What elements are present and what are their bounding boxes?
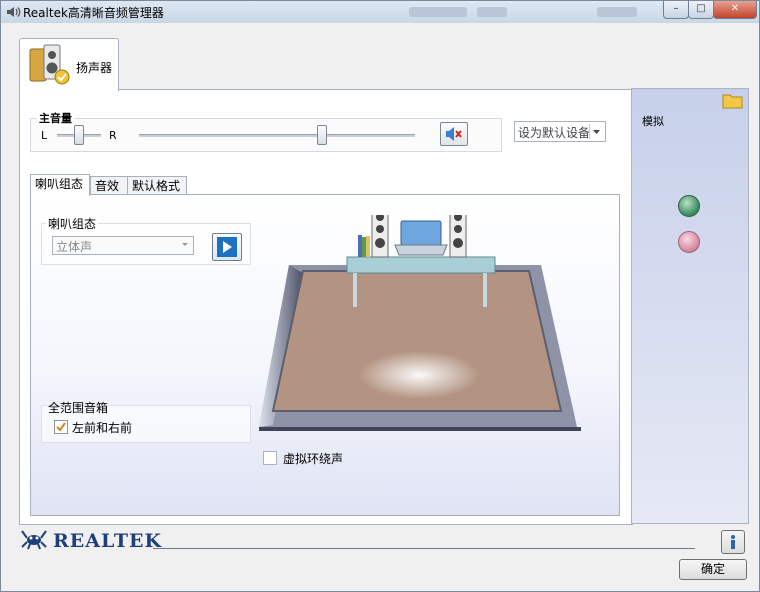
- analog-panel: 模拟: [631, 88, 749, 524]
- minimize-button[interactable]: –: [663, 1, 689, 19]
- master-volume-title: 主音量: [37, 110, 74, 126]
- dropdown-arrow-icon: [589, 124, 603, 139]
- footer-divider: [153, 548, 695, 549]
- speaker-device-icon: [29, 44, 70, 85]
- device-tab-label: 扬声器: [76, 61, 113, 75]
- device-tab-speakers[interactable]: 扬声器: [19, 38, 119, 91]
- speaker-config-panel: 喇叭组态 立体声 全范围音箱 左前和右前 虚拟环绕声: [30, 194, 620, 516]
- virtual-surround-label: 虚拟环绕声: [283, 452, 344, 466]
- full-range-checkbox[interactable]: [54, 420, 68, 434]
- default-device-select[interactable]: 设为默认设备: [514, 121, 606, 142]
- folder-icon[interactable]: [722, 91, 744, 109]
- analog-title: 模拟: [642, 115, 664, 128]
- balance-right-label: R: [109, 129, 117, 142]
- title-bar[interactable]: Realtek高清晰音频管理器 – □ ✕: [1, 1, 759, 23]
- realtek-crab-icon: [21, 530, 47, 550]
- device-panel: 主音量 L R 设为默认设备 喇叭组态 音效 默认格式 喇叭组态 立体声 全范围…: [19, 89, 633, 525]
- speaker-app-icon: [7, 7, 21, 17]
- info-button[interactable]: [721, 530, 745, 554]
- play-test-button[interactable]: [212, 233, 242, 261]
- pink-jack-icon[interactable]: [678, 231, 700, 253]
- balance-slider-thumb[interactable]: [74, 125, 84, 145]
- default-device-value: 设为默认设备: [518, 126, 591, 140]
- realtek-brand: REALTEK: [53, 530, 162, 552]
- chevron-down-icon: [180, 237, 190, 255]
- speaker-config-select[interactable]: 立体声: [52, 236, 194, 255]
- full-range-group: 全范围音箱 左前和右前: [41, 401, 251, 443]
- master-volume-group: 主音量 L R: [30, 110, 502, 152]
- tab-speaker-config[interactable]: 喇叭组态: [30, 174, 90, 196]
- virtual-surround-checkbox[interactable]: [263, 451, 277, 465]
- title-blur-2: [477, 7, 507, 17]
- main-window: Realtek高清晰音频管理器 – □ ✕ 扬声器 主音量 L R 设为默认设备…: [0, 0, 760, 592]
- title-blur-1: [409, 7, 467, 17]
- green-jack-icon[interactable]: [678, 195, 700, 217]
- master-slider-thumb[interactable]: [317, 125, 327, 145]
- master-slider-track: [139, 134, 415, 137]
- ok-button[interactable]: 确定: [679, 559, 747, 580]
- title-blur-3: [597, 7, 637, 17]
- speaker-config-value: 立体声: [56, 240, 93, 254]
- full-range-title: 全范围音箱: [48, 401, 109, 415]
- room-illustration: [259, 215, 581, 431]
- maximize-button[interactable]: □: [688, 1, 714, 19]
- close-button[interactable]: ✕: [713, 1, 757, 19]
- window-title: Realtek高清晰音频管理器: [23, 6, 164, 20]
- full-range-label: 左前和右前: [72, 421, 133, 435]
- info-icon: [731, 535, 735, 549]
- mute-button[interactable]: [440, 122, 468, 146]
- tab-sound-effects[interactable]: 音效: [90, 176, 128, 195]
- balance-left-label: L: [41, 129, 48, 142]
- play-icon: [217, 237, 237, 257]
- speaker-mute-icon: [446, 127, 462, 141]
- checkmark-icon: [56, 422, 66, 432]
- speaker-config-title: 喇叭组态: [46, 215, 99, 232]
- tab-default-format[interactable]: 默认格式: [127, 176, 187, 195]
- client-area: 扬声器 主音量 L R 设为默认设备 喇叭组态 音效 默认格式 喇叭组态 立体声…: [9, 28, 751, 582]
